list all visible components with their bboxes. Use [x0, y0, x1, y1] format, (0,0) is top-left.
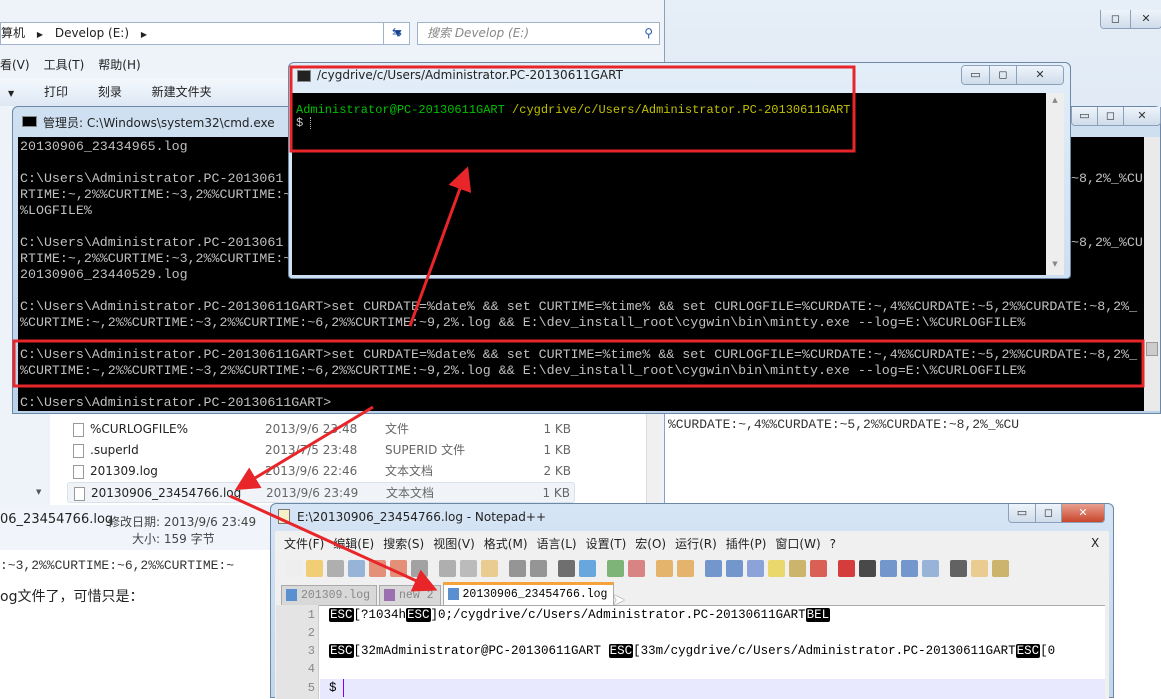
- highlight-box-command: [12, 339, 1145, 388]
- arrow-to-mintty: [408, 166, 472, 327]
- highlight-box-mintty: [289, 65, 856, 153]
- arrow-to-notepad-tab: [229, 494, 438, 592]
- arrow-to-logfile: [234, 405, 374, 491]
- annotation-layer: [12, 65, 1145, 592]
